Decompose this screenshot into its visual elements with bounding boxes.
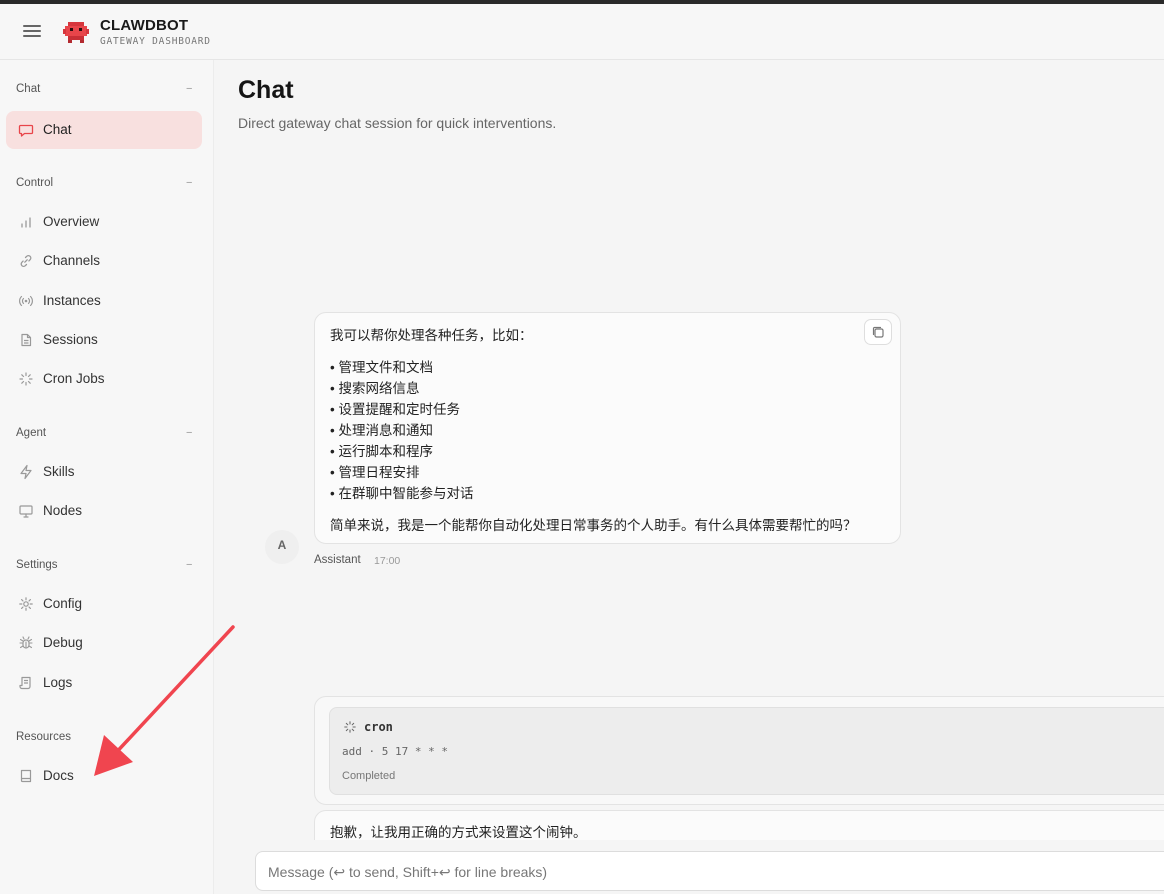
group-collapse-control[interactable]: −: [186, 177, 192, 189]
sidebar-item-channels[interactable]: Channels: [6, 242, 202, 280]
message-text: 抱歉，让我用正确的方式来设置这个闹钟。: [330, 825, 587, 840]
brand-title: CLAWDBOT: [100, 17, 189, 34]
message-bullet: • 设置提醒和定时任务: [330, 402, 460, 417]
sidebar-item-label: Chat: [43, 122, 72, 137]
file-text-icon: [21, 333, 32, 347]
sidebar-item-label: Sessions: [43, 332, 98, 347]
page-title: Chat: [238, 76, 294, 104]
link-icon: [20, 255, 32, 267]
bug-icon: [19, 636, 33, 649]
message-bullet: • 搜索网络信息: [330, 381, 420, 396]
tool-call-details[interactable]: cron add · 5 17 * * * Completed: [329, 707, 1164, 795]
group-collapse-agent[interactable]: −: [186, 427, 192, 439]
sidebar-item-instances[interactable]: Instances: [6, 282, 202, 320]
sidebar-item-logs[interactable]: Logs: [6, 664, 202, 702]
assistant-avatar: A: [265, 530, 299, 564]
gear-icon: [19, 597, 33, 611]
message-sender: Assistant: [314, 554, 361, 566]
composer: [255, 851, 1164, 891]
message-bullet: • 运行脚本和程序: [330, 444, 433, 459]
group-label-control: Control: [16, 177, 54, 189]
loader-icon: [344, 721, 356, 733]
sidebar-item-label: Cron Jobs: [43, 371, 105, 386]
message-input[interactable]: [268, 861, 1148, 883]
sidebar-item-cron-jobs[interactable]: Cron Jobs: [6, 360, 202, 398]
sidebar-item-label: Overview: [43, 214, 100, 229]
sidebar-item-label: Logs: [43, 675, 73, 690]
group-collapse-chat[interactable]: −: [186, 83, 192, 95]
sidebar-item-skills[interactable]: Skills: [6, 453, 202, 491]
message-outro: 简单来说，我是一个能帮你自动化处理日常事务的个人助手。有什么具体需要帮忙的吗？: [330, 518, 857, 533]
sidebar-item-nodes[interactable]: Nodes: [6, 492, 202, 530]
sidebar-item-sessions[interactable]: Sessions: [6, 321, 202, 359]
copy-message-button[interactable]: [864, 319, 892, 345]
sidebar-item-label: Config: [43, 596, 83, 611]
message-time: 17:00: [374, 555, 401, 567]
message-square-icon: [18, 124, 34, 137]
sidebar: Chat − Chat Control − Overview Channels …: [0, 60, 214, 894]
tool-name: cron: [364, 720, 393, 734]
message-bullet: • 在群聊中智能参与对话: [330, 486, 474, 501]
assistant-message-bubble: 我可以帮你处理各种任务，比如： • 管理文件和文档 • 搜索网络信息 • 设置提…: [314, 312, 901, 544]
top-header: CLAWDBOT GATEWAY DASHBOARD: [0, 4, 1164, 60]
sidebar-item-config[interactable]: Config: [6, 585, 202, 623]
scroll-icon: [19, 676, 31, 690]
group-label-resources: Resources: [16, 731, 71, 743]
sidebar-item-debug[interactable]: Debug: [6, 624, 202, 662]
copy-icon: [872, 326, 884, 338]
group-collapse-settings[interactable]: −: [186, 559, 192, 571]
sidebar-item-chat[interactable]: Chat: [6, 111, 202, 149]
monitor-icon: [19, 505, 33, 518]
message-bullet: • 管理文件和文档: [330, 360, 433, 375]
tool-status: Completed: [342, 770, 396, 782]
group-label-agent: Agent: [16, 427, 47, 439]
message-intro: 我可以帮你处理各种任务，比如：: [330, 328, 533, 343]
group-label-settings: Settings: [16, 559, 58, 571]
chat-main: Chat Direct gateway chat session for qui…: [215, 60, 1164, 894]
sidebar-item-docs[interactable]: Docs: [6, 757, 202, 795]
message-bullet: • 管理日程安排: [330, 465, 420, 480]
tool-args: add · 5 17 * * *: [342, 745, 448, 758]
hamburger-menu-icon[interactable]: [22, 22, 42, 42]
page-subtitle: Direct gateway chat session for quick in…: [238, 115, 557, 131]
sidebar-item-label: Docs: [43, 768, 74, 783]
message-bullet: • 处理消息和通知: [330, 423, 433, 438]
group-label-chat: Chat: [16, 83, 41, 95]
sidebar-item-label: Nodes: [43, 503, 83, 518]
tool-call-card: cron add · 5 17 * * * Completed: [314, 696, 1164, 805]
sidebar-item-label: Instances: [43, 293, 101, 308]
sidebar-item-label: Debug: [43, 635, 83, 650]
bar-chart-icon: [21, 217, 31, 228]
sidebar-item-label: Channels: [43, 253, 101, 268]
book-icon: [20, 769, 32, 783]
sidebar-item-label: Skills: [43, 464, 75, 479]
zap-icon: [20, 464, 32, 480]
brand-subtitle: GATEWAY DASHBOARD: [100, 36, 211, 47]
clawdbot-logo: [63, 22, 89, 43]
loader-icon: [19, 372, 33, 386]
radio-icon: [19, 295, 33, 307]
sidebar-item-overview[interactable]: Overview: [6, 203, 202, 241]
